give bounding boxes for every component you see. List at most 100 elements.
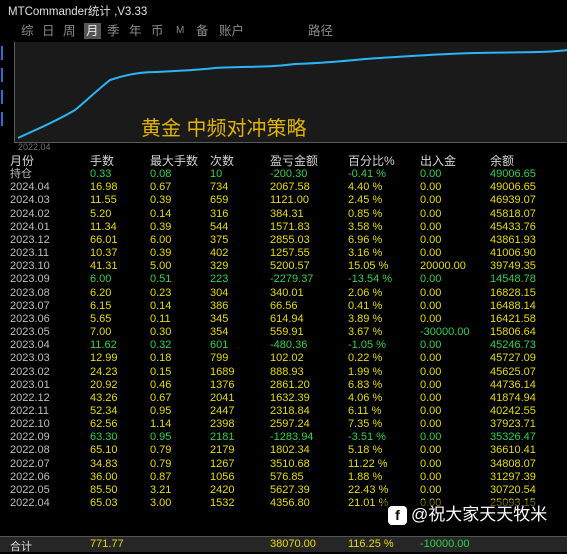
cell-lots: 66.01 [90, 233, 118, 246]
table-row[interactable]: 2022.07 34.83 0.79 1267 3510.68 11.22 % 0.00 34… [0, 458, 567, 471]
cell-profit: 1571.83 [270, 220, 310, 233]
cell-max-lots: 0.95 [150, 404, 172, 417]
table-row[interactable]: 2023.09 6.00 0.51 223 -2279.37 -13.54 % 0.00 14… [0, 273, 567, 286]
menu-item-day[interactable]: 日 [42, 23, 55, 39]
header-month[interactable]: 月份 [10, 154, 34, 168]
cell-deposit: 0.00 [420, 444, 442, 457]
cell-profit: 384.31 [270, 207, 304, 220]
cell-lots: 11.62 [90, 339, 117, 352]
monthly-stats-table: 月份 手数 最大手数 次数 盈亏金额 百分比% 出入金 余额 持仓 0.33 0.0… [0, 154, 567, 510]
header-max-lots[interactable]: 最大手数 [150, 154, 198, 168]
cell-deposit: 20000.00 [420, 260, 466, 273]
cell-deposit: 0.00 [420, 339, 442, 352]
cell-deposit: 0.00 [420, 431, 442, 444]
cell-balance: 31297.39 [490, 470, 536, 483]
cell-month: 2024.04 [10, 181, 50, 194]
table-row[interactable]: 2023.07 6.15 0.14 386 66.56 0.41 % 0.00 16488.1… [0, 300, 567, 313]
title-bar: MTCommander统计 ,V3.33 [0, 0, 567, 20]
table-row[interactable]: 2022.12 43.26 0.67 2041 1632.39 4.06 % 0.00 418… [0, 392, 567, 405]
cell-deposit: -30000.00 [420, 326, 470, 339]
cell-lots: 11.34 [90, 220, 117, 233]
cell-profit: 1802.34 [270, 444, 310, 457]
cell-month: 2023.08 [10, 286, 50, 299]
cell-balance: 16421.58 [490, 312, 536, 325]
cell-profit: 576.85 [270, 470, 304, 483]
menu-item-month[interactable]: 月 [84, 23, 101, 39]
header-balance[interactable]: 余额 [490, 154, 514, 168]
cell-max-lots: 0.39 [150, 220, 172, 233]
cell-lots: 10.37 [90, 247, 118, 260]
cell-deposit: 0.00 [420, 233, 442, 246]
table-row[interactable]: 2024.01 11.34 0.39 544 1571.83 3.58 % 0.00 4543… [0, 221, 567, 234]
menu-item-currency[interactable]: 币 [151, 23, 164, 39]
table-row[interactable]: 2022.05 85.50 3.21 2420 5627.39 22.43 % 0.00 30… [0, 484, 567, 497]
table-row[interactable]: 2023.12 66.01 6.00 375 2855.03 6.96 % 0.00 4386… [0, 234, 567, 247]
cell-count: 601 [210, 339, 229, 352]
table-body: 持仓 0.33 0.08 10 -200.30 -0.41 % 0.00 49006.65 20… [0, 168, 567, 510]
table-row[interactable]: 2023.02 24.23 0.15 1689 888.93 1.99 % 0.00 4562… [0, 366, 567, 379]
cell-month: 2024.01 [10, 220, 50, 233]
table-row[interactable]: 2024.04 16.98 0.67 734 2067.58 4.40 % 0.00 4900… [0, 181, 567, 194]
summary-row: 合计 771.77 38070.00 116.25 % -10000.00 [0, 536, 567, 553]
table-row[interactable]: 2023.08 6.20 0.23 304 340.01 2.06 % 0.00 16828.… [0, 287, 567, 300]
menu-item-account[interactable]: 账户 [219, 23, 244, 39]
menu-item-path[interactable]: 路径 [308, 23, 333, 39]
table-row[interactable]: 2023.03 12.99 0.18 799 102.02 0.22 % 0.00 45727… [0, 352, 567, 365]
cell-month: 2022.09 [10, 431, 50, 444]
table-row[interactable]: 2022.11 52.34 0.95 2447 2318.84 6.11 % 0.00 402… [0, 405, 567, 418]
cell-percent: 2.06 % [348, 286, 383, 299]
table-row[interactable]: 2022.06 36.00 0.87 1056 576.85 1.88 % 0.00 3129… [0, 471, 567, 484]
menu-item-quarter[interactable]: 季 [107, 23, 120, 39]
cell-balance: 39749.35 [490, 260, 536, 273]
cell-max-lots: 0.30 [150, 326, 172, 339]
chart-title: 黄金 中频对冲策略 [141, 118, 307, 140]
header-profit[interactable]: 盈亏金额 [270, 154, 318, 168]
menu-item-m[interactable]: M [176, 23, 184, 39]
table-row[interactable]: 2023.05 7.00 0.30 354 559.91 3.67 % -30000.00 1… [0, 326, 567, 339]
cell-balance: 35326.47 [490, 431, 536, 444]
table-row[interactable]: 2022.08 65.10 0.79 2179 1802.34 5.18 % 0.00 366… [0, 444, 567, 457]
cell-month: 2023.07 [10, 299, 50, 312]
cell-lots: 65.03 [90, 497, 118, 510]
cell-balance: 49006.65 [490, 181, 536, 194]
cell-count: 1532 [210, 497, 235, 510]
cell-month: 持仓 [10, 168, 32, 181]
table-row[interactable]: 持仓 0.33 0.08 10 -200.30 -0.41 % 0.00 49006.65 [0, 168, 567, 181]
table-row[interactable]: 2023.01 20.92 0.46 1376 2861.20 6.83 % 0.00 447… [0, 379, 567, 392]
cell-max-lots: 6.00 [150, 233, 172, 246]
cell-max-lots: 0.08 [150, 168, 172, 181]
cell-max-lots: 0.11 [150, 312, 171, 325]
table-row[interactable]: 2024.02 5.20 0.14 316 384.31 0.85 % 0.00 45818.… [0, 208, 567, 221]
table-row[interactable]: 2023.06 5.65 0.11 345 614.94 3.89 % 0.00 16421.… [0, 313, 567, 326]
table-row[interactable]: 2024.03 11.55 0.39 659 1121.00 2.45 % 0.00 4693… [0, 194, 567, 207]
header-count[interactable]: 次数 [210, 154, 234, 168]
cell-balance: 44736.14 [490, 378, 536, 391]
cell-deposit: 0.00 [420, 418, 442, 431]
table-row[interactable]: 2023.04 11.62 0.32 601 -480.36 -1.05 % 0.00 452… [0, 339, 567, 352]
cell-balance: 34808.07 [490, 457, 536, 470]
cell-max-lots: 0.32 [150, 339, 172, 352]
cell-deposit: 0.00 [420, 365, 442, 378]
header-deposit[interactable]: 出入金 [420, 154, 456, 168]
cell-lots: 34.83 [90, 457, 118, 470]
cell-deposit: 0.00 [420, 457, 442, 470]
menu-item-overview[interactable]: 综 [21, 23, 34, 39]
cell-deposit: 0.00 [420, 312, 442, 325]
table-row[interactable]: 2022.10 62.56 1.14 2398 2597.24 7.35 % 0.00 379… [0, 418, 567, 431]
cell-count: 2041 [210, 391, 235, 404]
menu-item-year[interactable]: 年 [129, 23, 142, 39]
table-row[interactable]: 2023.11 10.37 0.39 402 1257.55 3.16 % 0.00 4100… [0, 247, 567, 260]
cell-count: 386 [210, 299, 229, 312]
summary-lots: 771.77 [90, 538, 124, 550]
header-percent[interactable]: 百分比% [348, 154, 395, 168]
header-lots[interactable]: 手数 [90, 154, 114, 168]
table-row[interactable]: 2023.10 41.31 5.00 329 5200.57 15.05 % 20000.0… [0, 260, 567, 273]
menu-item-notes[interactable]: 备 [196, 23, 209, 39]
table-row[interactable]: 2022.09 63.30 0.95 2181 -1283.94 -3.51 % 0.00 3… [0, 431, 567, 444]
cell-deposit: 0.00 [420, 378, 442, 391]
cell-lots: 5.65 [90, 312, 112, 325]
cell-percent: -0.41 % [348, 168, 386, 181]
cell-count: 2447 [210, 404, 235, 417]
menu-item-week[interactable]: 周 [63, 23, 76, 39]
cell-deposit: 0.00 [420, 168, 442, 181]
